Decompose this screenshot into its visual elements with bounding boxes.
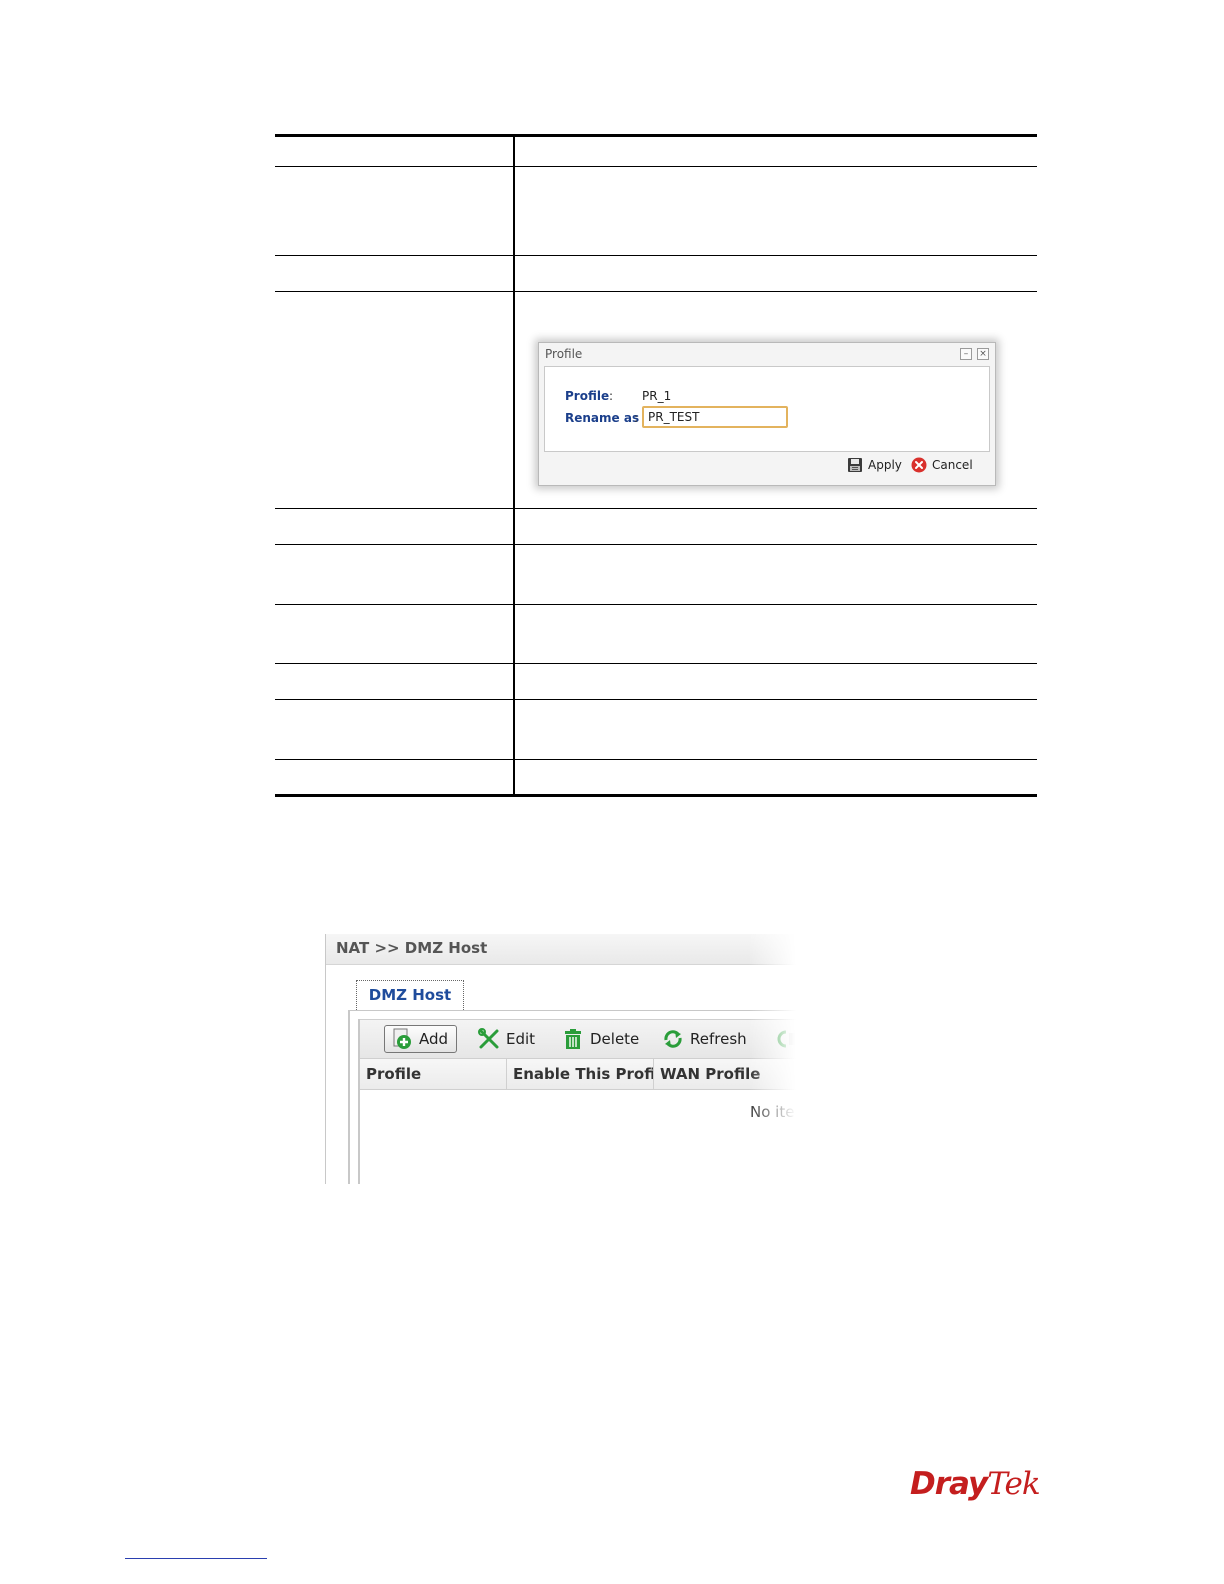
refresh-button[interactable]: Refresh bbox=[662, 1026, 747, 1052]
profile-rename-dialog: Profile – × Profile : PR_1 Rename as : A… bbox=[538, 342, 996, 486]
apply-button[interactable]: Apply bbox=[847, 457, 902, 473]
add-icon bbox=[393, 1028, 411, 1049]
more-tool-button[interactable] bbox=[776, 1026, 796, 1052]
delete-label: Delete bbox=[590, 1030, 640, 1048]
table-row-divider bbox=[275, 699, 1037, 700]
trash-icon bbox=[565, 1029, 581, 1049]
tab-dmz-host[interactable]: DMZ Host bbox=[356, 980, 464, 1010]
cancel-icon bbox=[911, 457, 927, 473]
profile-value: PR_1 bbox=[642, 389, 672, 403]
empty-table-message: No item bbox=[750, 1103, 796, 1121]
apply-label: Apply bbox=[868, 458, 902, 472]
save-icon bbox=[848, 458, 862, 472]
table-row-divider bbox=[275, 759, 1037, 760]
table-row-divider bbox=[275, 604, 1037, 605]
dmz-host-panel: NAT >> DMZ Host DMZ Host Add Edit Delete… bbox=[325, 934, 796, 1184]
table-header: Profile Enable This Profile WAN Profile bbox=[360, 1059, 796, 1090]
minimize-icon[interactable]: – bbox=[960, 348, 972, 360]
rename-label: Rename as bbox=[565, 411, 640, 425]
rename-colon: : bbox=[634, 411, 639, 425]
dialog-body: Profile : PR_1 Rename as : bbox=[544, 366, 990, 452]
column-header-wan-profile[interactable]: WAN Profile bbox=[654, 1059, 796, 1089]
delete-button[interactable]: Delete bbox=[562, 1026, 639, 1052]
table-row-divider bbox=[275, 166, 1037, 167]
profile-colon: : bbox=[609, 389, 614, 403]
cancel-label: Cancel bbox=[932, 458, 973, 472]
dialog-footer: Apply Cancel bbox=[544, 452, 988, 480]
table-row-divider bbox=[275, 663, 1037, 664]
column-header-profile[interactable]: Profile bbox=[360, 1059, 507, 1089]
close-icon[interactable]: × bbox=[977, 348, 989, 360]
footer-rule bbox=[125, 1558, 267, 1559]
edit-tools-icon bbox=[478, 1028, 499, 1049]
table-row-divider bbox=[275, 255, 1037, 256]
breadcrumb: NAT >> DMZ Host bbox=[336, 939, 488, 957]
table-row-divider bbox=[275, 544, 1037, 545]
edit-label: Edit bbox=[506, 1030, 536, 1048]
table-row-divider bbox=[275, 291, 1037, 292]
draytek-logo: DrayTek bbox=[910, 1466, 1041, 1502]
dmz-inner: Add Edit Delete Refresh Profile Enable T… bbox=[358, 1019, 796, 1184]
add-button[interactable]: Add bbox=[384, 1025, 458, 1053]
partial-tool-icon bbox=[777, 1030, 795, 1048]
refresh-icon bbox=[664, 1030, 682, 1048]
dmz-header: NAT >> DMZ Host bbox=[326, 934, 796, 965]
dmz-toolbar: Add Edit Delete Refresh bbox=[360, 1019, 796, 1059]
rename-input[interactable] bbox=[642, 406, 788, 428]
edit-button[interactable]: Edit bbox=[478, 1026, 535, 1052]
refresh-label: Refresh bbox=[690, 1030, 747, 1048]
table-column-divider bbox=[513, 137, 515, 794]
profile-label: Profile bbox=[565, 389, 610, 403]
add-label: Add bbox=[419, 1030, 449, 1048]
table-row-divider bbox=[275, 508, 1037, 509]
logo-part-dray: Dray bbox=[910, 1466, 988, 1502]
cancel-button[interactable]: Cancel bbox=[911, 457, 973, 473]
dmz-content: Add Edit Delete Refresh Profile Enable T… bbox=[348, 1010, 796, 1184]
dialog-title: Profile bbox=[545, 347, 583, 361]
column-header-enable[interactable]: Enable This Profile bbox=[507, 1059, 654, 1089]
logo-part-tek: Tek bbox=[987, 1466, 1040, 1502]
